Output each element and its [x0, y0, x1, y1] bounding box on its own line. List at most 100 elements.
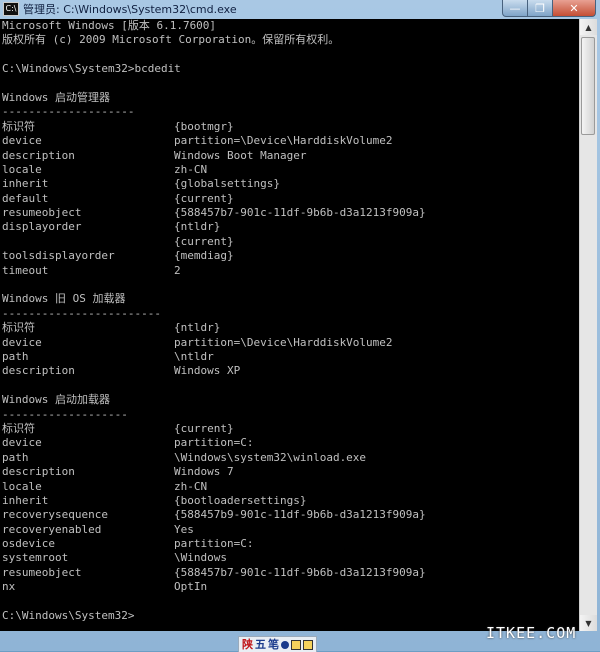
maximize-button[interactable]: ❐	[528, 0, 553, 17]
console-value: partition=\Device\HarddiskVolume2	[174, 134, 393, 148]
console-value: {globalsettings}	[174, 177, 280, 191]
console-key: displayorder	[2, 220, 82, 234]
console-line: timeout 2	[0, 264, 579, 278]
console-value: Windows Boot Manager	[174, 148, 307, 162]
console-line: 标识符 {current}	[0, 422, 579, 436]
cmd-app-icon[interactable]: C:\	[3, 2, 19, 16]
console-line: 版权所有 (c) 2009 Microsoft Corporation。保留所有…	[2, 33, 340, 47]
console-line: path \Windows\system32\winload.exe	[0, 451, 579, 465]
console-line: nx OptIn	[0, 580, 579, 594]
console-line: C:\Windows\System32>	[2, 609, 135, 623]
console-line: 标识符 {ntldr}	[0, 321, 579, 335]
scroll-down-button[interactable]: ▼	[580, 615, 597, 631]
console-value: partition=C:	[174, 436, 254, 450]
console-value: \Windows	[174, 551, 227, 565]
console-key: path	[2, 349, 29, 363]
minimize-icon: —	[509, 1, 521, 15]
arrow-up-icon: ▲	[585, 22, 592, 32]
console-line: locale zh-CN	[0, 480, 579, 494]
console-value: partition=\Device\HarddiskVolume2	[174, 335, 393, 349]
cmd-window: C:\ 管理员: C:\Windows\System32\cmd.exe — ❐…	[0, 0, 600, 651]
console-output[interactable]: Microsoft Windows [版本 6.1.7600] 版权所有 (c) …	[0, 19, 579, 631]
console-line: -------------------	[2, 407, 128, 421]
console-key: description	[2, 465, 75, 479]
scroll-up-button[interactable]: ▲	[580, 19, 597, 35]
console-key: nx	[2, 580, 16, 594]
caption-buttons: — ❐ ✕	[502, 0, 596, 17]
console-key: device	[2, 335, 42, 349]
console-value: partition=C:	[174, 537, 254, 551]
close-icon: ✕	[569, 1, 579, 15]
console-key: inherit	[2, 177, 49, 191]
keyboard-icon[interactable]	[291, 639, 301, 650]
ime-mode-toggle[interactable]: 陕	[242, 638, 253, 651]
console-line: path \ntldr	[0, 350, 579, 364]
console-value: {bootmgr}	[174, 119, 234, 133]
console-value: {588457b7-901c-11df-9b6b-d3a1213f909a}	[174, 206, 426, 220]
close-button[interactable]: ✕	[553, 0, 596, 17]
console-line: --------------------	[2, 105, 135, 119]
console-value: \ntldr	[174, 349, 214, 363]
scrollbar-thumb[interactable]	[581, 37, 595, 135]
console-key: timeout	[2, 263, 49, 277]
console-line: systemroot \Windows	[0, 551, 579, 565]
console-value: Yes	[174, 522, 194, 536]
console-line: recoverysequence {588457b9-901c-11df-9b6b…	[0, 508, 579, 522]
console-key: toolsdisplayorder	[2, 249, 115, 263]
console-key: resumeobject	[2, 206, 82, 220]
console-value: {current}	[174, 421, 234, 435]
console-line: recoveryenabled Yes	[0, 523, 579, 537]
title-bar[interactable]: C:\ 管理员: C:\Windows\System32\cmd.exe — ❐…	[0, 0, 600, 18]
console-line: device partition=\Device\HarddiskVolume2	[0, 134, 579, 148]
console-line: resumeobject {588457b7-901c-11df-9b6b-d3a…	[0, 566, 579, 580]
console-line: description Windows Boot Manager	[0, 149, 579, 163]
console-line: Windows 旧 OS 加载器	[2, 292, 126, 306]
console-line: {current}	[0, 235, 579, 249]
console-value: zh-CN	[174, 162, 208, 176]
console-line: locale zh-CN	[0, 163, 579, 177]
console-value: {current}	[174, 191, 234, 205]
console-value: Windows 7	[174, 465, 234, 479]
console-key: device	[2, 436, 42, 450]
console-key: locale	[2, 479, 42, 493]
console-line: Windows 启动管理器	[2, 90, 110, 104]
vertical-scrollbar[interactable]: ▲ ▼	[579, 19, 597, 631]
console-value: OptIn	[174, 580, 208, 594]
console-key: recoverysequence	[2, 508, 108, 522]
console-line: device partition=C:	[0, 436, 579, 450]
console-key: osdevice	[2, 537, 55, 551]
console-key: recoveryenabled	[2, 522, 102, 536]
tools-icon[interactable]	[303, 639, 313, 650]
site-watermark: ITKEE.COM	[486, 624, 577, 642]
ime-punct-toggle[interactable]: 笔	[268, 638, 279, 651]
console-value: {ntldr}	[174, 321, 221, 335]
console-value: \Windows\system32\winload.exe	[174, 450, 367, 464]
console-line: resumeobject {588457b7-901c-11df-9b6b-d3a…	[0, 206, 579, 220]
ime-input-method[interactable]: 五	[255, 638, 266, 651]
console-key: resumeobject	[2, 565, 82, 579]
console-line: ------------------------	[2, 306, 161, 320]
minimize-button[interactable]: —	[502, 0, 528, 17]
dot-icon[interactable]	[281, 640, 289, 649]
maximize-icon: ❐	[535, 1, 545, 15]
console-value: {bootloadersettings}	[174, 493, 307, 507]
window-title: 管理员: C:\Windows\System32\cmd.exe	[23, 3, 237, 16]
console-value: {current}	[174, 234, 234, 248]
console-value: {ntldr}	[174, 220, 221, 234]
console-value: 2	[174, 263, 181, 277]
console-key: inherit	[2, 493, 49, 507]
console-line: C:\Windows\System32>bcdedit	[2, 62, 181, 76]
console-key: systemroot	[2, 551, 69, 565]
console-value: Windows XP	[174, 364, 241, 378]
console-line: Microsoft Windows [版本 6.1.7600]	[2, 19, 217, 32]
console-value: zh-CN	[174, 479, 208, 493]
console-line: osdevice partition=C:	[0, 537, 579, 551]
console-line: 标识符 {bootmgr}	[0, 120, 579, 134]
arrow-down-icon: ▼	[585, 618, 592, 628]
console-line: description Windows XP	[0, 364, 579, 378]
